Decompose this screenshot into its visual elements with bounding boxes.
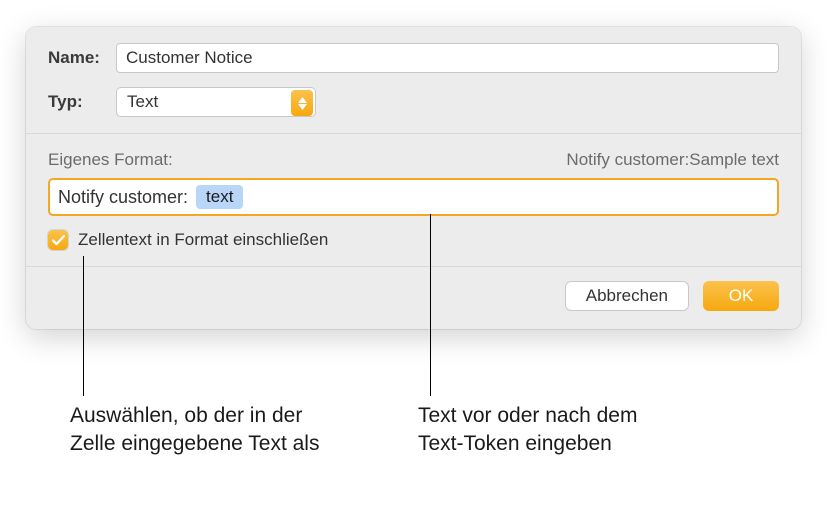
callout-text-left: Auswählen, ob der in der Zelle eingegebe… <box>70 402 330 459</box>
updown-icon <box>291 90 313 116</box>
dialog-footer: Abbrechen OK <box>26 267 801 329</box>
name-row: Name: <box>48 43 779 73</box>
callout-line-right <box>430 214 431 396</box>
include-celltext-row: Zellentext in Format einschließen <box>48 230 779 250</box>
callout-line-left <box>83 256 84 396</box>
format-section: Eigenes Format: Notify customer:Sample t… <box>26 134 801 266</box>
custom-format-dialog: Name: Typ: Text Eigenes Format: Notify c… <box>26 27 801 329</box>
type-select[interactable]: Text <box>116 87 316 117</box>
callout-text-right: Text vor oder nach dem Text-Token eingeb… <box>418 402 658 459</box>
name-label: Name: <box>48 48 116 68</box>
dialog-top-section: Name: Typ: Text <box>26 27 801 133</box>
type-label: Typ: <box>48 92 116 112</box>
type-select-value: Text <box>127 92 158 112</box>
format-prefix-text: Notify customer: <box>58 187 188 208</box>
format-header: Eigenes Format: Notify customer:Sample t… <box>48 150 779 170</box>
checkmark-icon <box>52 235 65 246</box>
cancel-button[interactable]: Abbrechen <box>565 281 689 311</box>
type-row: Typ: Text <box>48 87 779 117</box>
include-celltext-checkbox[interactable] <box>48 230 68 250</box>
name-input[interactable] <box>116 43 779 73</box>
format-heading: Eigenes Format: <box>48 150 173 170</box>
text-token[interactable]: text <box>196 185 243 209</box>
include-celltext-label: Zellentext in Format einschließen <box>78 230 328 250</box>
ok-button[interactable]: OK <box>703 281 779 311</box>
format-preview: Notify customer:Sample text <box>566 150 779 170</box>
format-field[interactable]: Notify customer: text <box>48 178 779 216</box>
